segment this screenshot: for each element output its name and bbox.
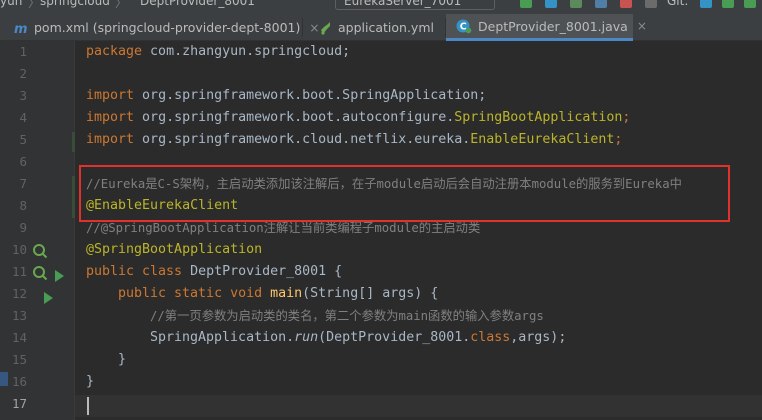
breadcrumb-separator: 〉	[28, 0, 41, 10]
run-icon[interactable]	[54, 267, 64, 286]
tab-pom-xml[interactable]: m pom.xml (springcloud-provider-dept-800…	[0, 14, 319, 41]
code-line[interactable]: SpringApplication.run(DeptProvider_8001.…	[150, 327, 566, 349]
text-cursor	[87, 397, 89, 415]
line-number: 4	[19, 110, 27, 125]
code-line[interactable]: public static void main(String[] args) {	[118, 283, 438, 305]
line-number: 3	[19, 88, 27, 103]
stop-icon[interactable]	[620, 0, 632, 8]
line-number: 9	[19, 220, 27, 235]
line-number: 8	[19, 198, 27, 213]
code-line[interactable]: }	[86, 371, 94, 393]
run-icon[interactable]	[43, 289, 53, 308]
breadcrumb-separator: 〉	[115, 0, 128, 10]
line-number: 15	[11, 352, 27, 367]
code-line[interactable]: import org.springframework.boot.SpringAp…	[86, 85, 486, 107]
run-configuration-label[interactable]: EurekaServer_7001	[344, 0, 461, 8]
navigation-bar: yun 〉 springcloud 〉 DeptProvider_8001 Eu…	[0, 0, 762, 14]
search-icon[interactable]	[645, 0, 657, 8]
highlight-box	[79, 165, 730, 222]
git-update-icon[interactable]	[700, 0, 712, 8]
code-line[interactable]: package com.zhangyun.springcloud;	[86, 41, 350, 63]
svg-text:m: m	[14, 22, 28, 34]
line-number: 14	[11, 330, 27, 345]
code-line[interactable]: public class DeptProvider_8001 {	[86, 261, 342, 283]
code-line[interactable]: import org.springframework.cloud.netflix…	[86, 129, 622, 151]
line-number: 2	[19, 66, 27, 81]
tab-label: application.yml	[338, 20, 434, 35]
breadcrumb-item[interactable]: DeptProvider_8001	[140, 0, 255, 8]
spring-bean-icon[interactable]	[33, 266, 48, 285]
profile-icon[interactable]	[595, 0, 607, 8]
tab-label: DeptProvider_8001.java	[478, 18, 628, 34]
line-number: 17	[11, 396, 27, 411]
code-comment[interactable]: //第一页参数为启动类的类名，第二个参数为main函数的输入参数args	[150, 305, 544, 327]
line-number: 12	[11, 286, 27, 301]
line-number: 1	[19, 44, 27, 59]
git-commit-icon[interactable]	[722, 0, 734, 8]
close-icon[interactable]: ×	[637, 19, 647, 33]
svg-text:C: C	[460, 22, 467, 33]
line-number: 11	[11, 264, 27, 279]
run-icon[interactable]	[520, 0, 532, 8]
left-panel-marker	[0, 372, 8, 386]
breadcrumb-item[interactable]: yun	[0, 0, 22, 8]
code-line[interactable]: }	[118, 349, 126, 371]
line-number: 6	[19, 154, 27, 169]
tab-application-yml[interactable]: application.yml ×	[303, 14, 453, 41]
tab-deptprovider-java[interactable]: C DeptProvider_8001.java ×	[446, 14, 647, 41]
yaml-file-icon	[319, 21, 332, 35]
line-number: 10	[11, 242, 27, 257]
line-number: 7	[19, 176, 27, 191]
breadcrumb-item[interactable]: springcloud	[40, 0, 110, 8]
java-class-icon: C	[456, 18, 472, 34]
maven-icon: m	[14, 22, 28, 34]
git-push-icon[interactable]	[744, 0, 756, 8]
git-label: Git:	[667, 0, 689, 8]
coverage-icon[interactable]	[570, 0, 582, 8]
editor-tab-bar: m pom.xml (springcloud-provider-dept-800…	[0, 14, 762, 41]
code-line[interactable]: import org.springframework.boot.autoconf…	[86, 107, 630, 129]
current-line-highlight	[75, 395, 762, 417]
code-annotation[interactable]: @SpringBootApplication	[86, 239, 262, 261]
debug-icon[interactable]	[545, 0, 557, 8]
line-number: 13	[11, 308, 27, 323]
tab-label: pom.xml (springcloud-provider-dept-8001)	[34, 20, 301, 35]
spring-bean-icon[interactable]	[33, 244, 48, 263]
line-number: 5	[19, 132, 27, 147]
